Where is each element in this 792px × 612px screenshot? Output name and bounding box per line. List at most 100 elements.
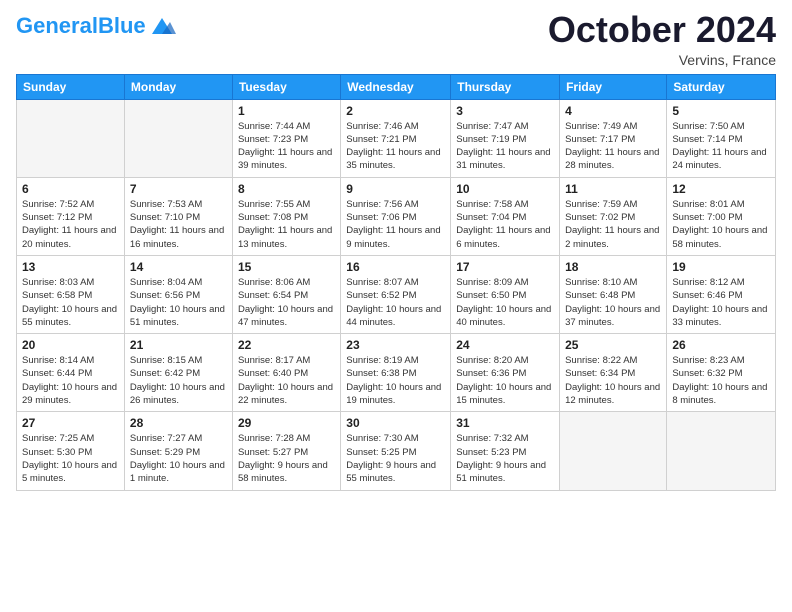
calendar-cell: 15 Sunrise: 8:06 AMSunset: 6:54 PMDayligh… xyxy=(232,255,340,333)
calendar-table: SundayMondayTuesdayWednesdayThursdayFrid… xyxy=(16,74,776,491)
day-info: Sunrise: 7:32 AMSunset: 5:23 PMDaylight:… xyxy=(456,432,554,485)
calendar-cell: 4Sunrise: 7:49 AMSunset: 7:17 PMDaylight… xyxy=(560,99,667,177)
calendar-cell: 21Sunrise: 8:15 AMSunset: 6:42 PMDayligh… xyxy=(124,334,232,412)
day-number: 14 xyxy=(130,260,227,274)
day-number: 17 xyxy=(456,260,554,274)
day-number: 9 xyxy=(346,182,445,196)
day-number: 11 xyxy=(565,182,661,196)
day-number: 22 xyxy=(238,338,335,352)
day-info: Sunrise: 8:12 AMSunset: 6:46 PMDaylight:… xyxy=(672,276,770,329)
logo-general: General xyxy=(16,13,98,38)
logo: GeneralBlue xyxy=(16,14,176,38)
calendar-cell: 24 Sunrise: 8:20 AMSunset: 6:36 PMDayligh… xyxy=(451,334,560,412)
logo-icon xyxy=(148,16,176,38)
day-number: 24 xyxy=(456,338,554,352)
calendar-weekday: Saturday xyxy=(667,74,776,99)
calendar-cell: 17 Sunrise: 8:09 AMSunset: 6:50 PMDayligh… xyxy=(451,255,560,333)
day-info: Sunrise: 7:27 AMSunset: 5:29 PMDaylight:… xyxy=(130,432,227,485)
calendar-cell: 23 Sunrise: 8:19 AMSunset: 6:38 PMDayligh… xyxy=(341,334,451,412)
calendar-cell: 16 Sunrise: 8:07 AMSunset: 6:52 PMDayligh… xyxy=(341,255,451,333)
day-info: Sunrise: 7:53 AMSunset: 7:10 PMDaylight:… xyxy=(130,198,227,251)
day-number: 7 xyxy=(130,182,227,196)
day-info: Sunrise: 8:07 AMSunset: 6:52 PMDaylight:… xyxy=(346,276,445,329)
day-info: Sunrise: 7:50 AMSunset: 7:14 PMDaylight:… xyxy=(672,120,770,173)
logo-text: GeneralBlue xyxy=(16,15,146,37)
day-info: Sunrise: 7:44 AMSunset: 7:23 PMDaylight:… xyxy=(238,120,335,173)
day-number: 20 xyxy=(22,338,119,352)
day-info: Sunrise: 7:28 AMSunset: 5:27 PMDaylight:… xyxy=(238,432,335,485)
day-number: 23 xyxy=(346,338,445,352)
calendar-week-row: 6 Sunrise: 7:52 AMSunset: 7:12 PMDaylight… xyxy=(17,177,776,255)
calendar-cell: 10 Sunrise: 7:58 AMSunset: 7:04 PMDayligh… xyxy=(451,177,560,255)
calendar-cell: 5 Sunrise: 7:50 AMSunset: 7:14 PMDaylight… xyxy=(667,99,776,177)
calendar-cell: 1 Sunrise: 7:44 AMSunset: 7:23 PMDaylight… xyxy=(232,99,340,177)
day-number: 6 xyxy=(22,182,119,196)
calendar-cell: 31 Sunrise: 7:32 AMSunset: 5:23 PMDayligh… xyxy=(451,412,560,490)
day-info: Sunrise: 7:47 AMSunset: 7:19 PMDaylight:… xyxy=(456,120,554,173)
day-info: Sunrise: 8:20 AMSunset: 6:36 PMDaylight:… xyxy=(456,354,554,407)
calendar-cell: 19Sunrise: 8:12 AMSunset: 6:46 PMDayligh… xyxy=(667,255,776,333)
day-number: 13 xyxy=(22,260,119,274)
calendar-cell: 30Sunrise: 7:30 AMSunset: 5:25 PMDayligh… xyxy=(341,412,451,490)
day-info: Sunrise: 7:52 AMSunset: 7:12 PMDaylight:… xyxy=(22,198,119,251)
day-number: 16 xyxy=(346,260,445,274)
calendar-week-row: 1 Sunrise: 7:44 AMSunset: 7:23 PMDaylight… xyxy=(17,99,776,177)
day-info: Sunrise: 8:23 AMSunset: 6:32 PMDaylight:… xyxy=(672,354,770,407)
day-number: 31 xyxy=(456,416,554,430)
day-info: Sunrise: 8:22 AMSunset: 6:34 PMDaylight:… xyxy=(565,354,661,407)
day-info: Sunrise: 7:56 AMSunset: 7:06 PMDaylight:… xyxy=(346,198,445,251)
month-title: October 2024 xyxy=(548,10,776,50)
logo-blue: Blue xyxy=(98,13,146,38)
calendar-weekday: Sunday xyxy=(17,74,125,99)
day-info: Sunrise: 7:58 AMSunset: 7:04 PMDaylight:… xyxy=(456,198,554,251)
location: Vervins, France xyxy=(548,52,776,68)
calendar-week-row: 20 Sunrise: 8:14 AMSunset: 6:44 PMDayligh… xyxy=(17,334,776,412)
day-info: Sunrise: 8:15 AMSunset: 6:42 PMDaylight:… xyxy=(130,354,227,407)
day-number: 15 xyxy=(238,260,335,274)
day-number: 1 xyxy=(238,104,335,118)
day-number: 25 xyxy=(565,338,661,352)
day-number: 27 xyxy=(22,416,119,430)
day-number: 2 xyxy=(346,104,445,118)
day-number: 10 xyxy=(456,182,554,196)
day-number: 3 xyxy=(456,104,554,118)
day-info: Sunrise: 8:04 AMSunset: 6:56 PMDaylight:… xyxy=(130,276,227,329)
calendar-cell xyxy=(560,412,667,490)
day-info: Sunrise: 8:17 AMSunset: 6:40 PMDaylight:… xyxy=(238,354,335,407)
day-number: 28 xyxy=(130,416,227,430)
day-info: Sunrise: 8:10 AMSunset: 6:48 PMDaylight:… xyxy=(565,276,661,329)
day-info: Sunrise: 8:09 AMSunset: 6:50 PMDaylight:… xyxy=(456,276,554,329)
calendar-weekday: Tuesday xyxy=(232,74,340,99)
calendar-cell: 25 Sunrise: 8:22 AMSunset: 6:34 PMDayligh… xyxy=(560,334,667,412)
day-info: Sunrise: 8:19 AMSunset: 6:38 PMDaylight:… xyxy=(346,354,445,407)
calendar-cell: 7 Sunrise: 7:53 AMSunset: 7:10 PMDaylight… xyxy=(124,177,232,255)
calendar-cell: 20 Sunrise: 8:14 AMSunset: 6:44 PMDayligh… xyxy=(17,334,125,412)
day-number: 12 xyxy=(672,182,770,196)
calendar-cell: 29Sunrise: 7:28 AMSunset: 5:27 PMDayligh… xyxy=(232,412,340,490)
calendar-cell: 12 Sunrise: 8:01 AMSunset: 7:00 PMDayligh… xyxy=(667,177,776,255)
day-info: Sunrise: 7:46 AMSunset: 7:21 PMDaylight:… xyxy=(346,120,445,173)
calendar-cell: 26Sunrise: 8:23 AMSunset: 6:32 PMDayligh… xyxy=(667,334,776,412)
calendar-cell: 8 Sunrise: 7:55 AMSunset: 7:08 PMDaylight… xyxy=(232,177,340,255)
calendar-cell: 22 Sunrise: 8:17 AMSunset: 6:40 PMDayligh… xyxy=(232,334,340,412)
day-info: Sunrise: 8:01 AMSunset: 7:00 PMDaylight:… xyxy=(672,198,770,251)
calendar-weekday: Friday xyxy=(560,74,667,99)
day-number: 18 xyxy=(565,260,661,274)
calendar-cell: 28 Sunrise: 7:27 AMSunset: 5:29 PMDayligh… xyxy=(124,412,232,490)
calendar-cell: 9 Sunrise: 7:56 AMSunset: 7:06 PMDaylight… xyxy=(341,177,451,255)
calendar-cell xyxy=(17,99,125,177)
calendar-cell: 6 Sunrise: 7:52 AMSunset: 7:12 PMDaylight… xyxy=(17,177,125,255)
day-number: 8 xyxy=(238,182,335,196)
page: GeneralBlue October 2024 Vervins, France… xyxy=(0,0,792,612)
calendar-cell: 2 Sunrise: 7:46 AMSunset: 7:21 PMDaylight… xyxy=(341,99,451,177)
day-info: Sunrise: 8:14 AMSunset: 6:44 PMDaylight:… xyxy=(22,354,119,407)
day-info: Sunrise: 7:59 AMSunset: 7:02 PMDaylight:… xyxy=(565,198,661,251)
calendar-header-row: SundayMondayTuesdayWednesdayThursdayFrid… xyxy=(17,74,776,99)
day-info: Sunrise: 7:49 AMSunset: 7:17 PMDaylight:… xyxy=(565,120,661,173)
day-info: Sunrise: 7:55 AMSunset: 7:08 PMDaylight:… xyxy=(238,198,335,251)
day-info: Sunrise: 7:30 AMSunset: 5:25 PMDaylight:… xyxy=(346,432,445,485)
day-info: Sunrise: 8:06 AMSunset: 6:54 PMDaylight:… xyxy=(238,276,335,329)
calendar-cell: 18 Sunrise: 8:10 AMSunset: 6:48 PMDayligh… xyxy=(560,255,667,333)
day-number: 5 xyxy=(672,104,770,118)
calendar-week-row: 27Sunrise: 7:25 AMSunset: 5:30 PMDayligh… xyxy=(17,412,776,490)
